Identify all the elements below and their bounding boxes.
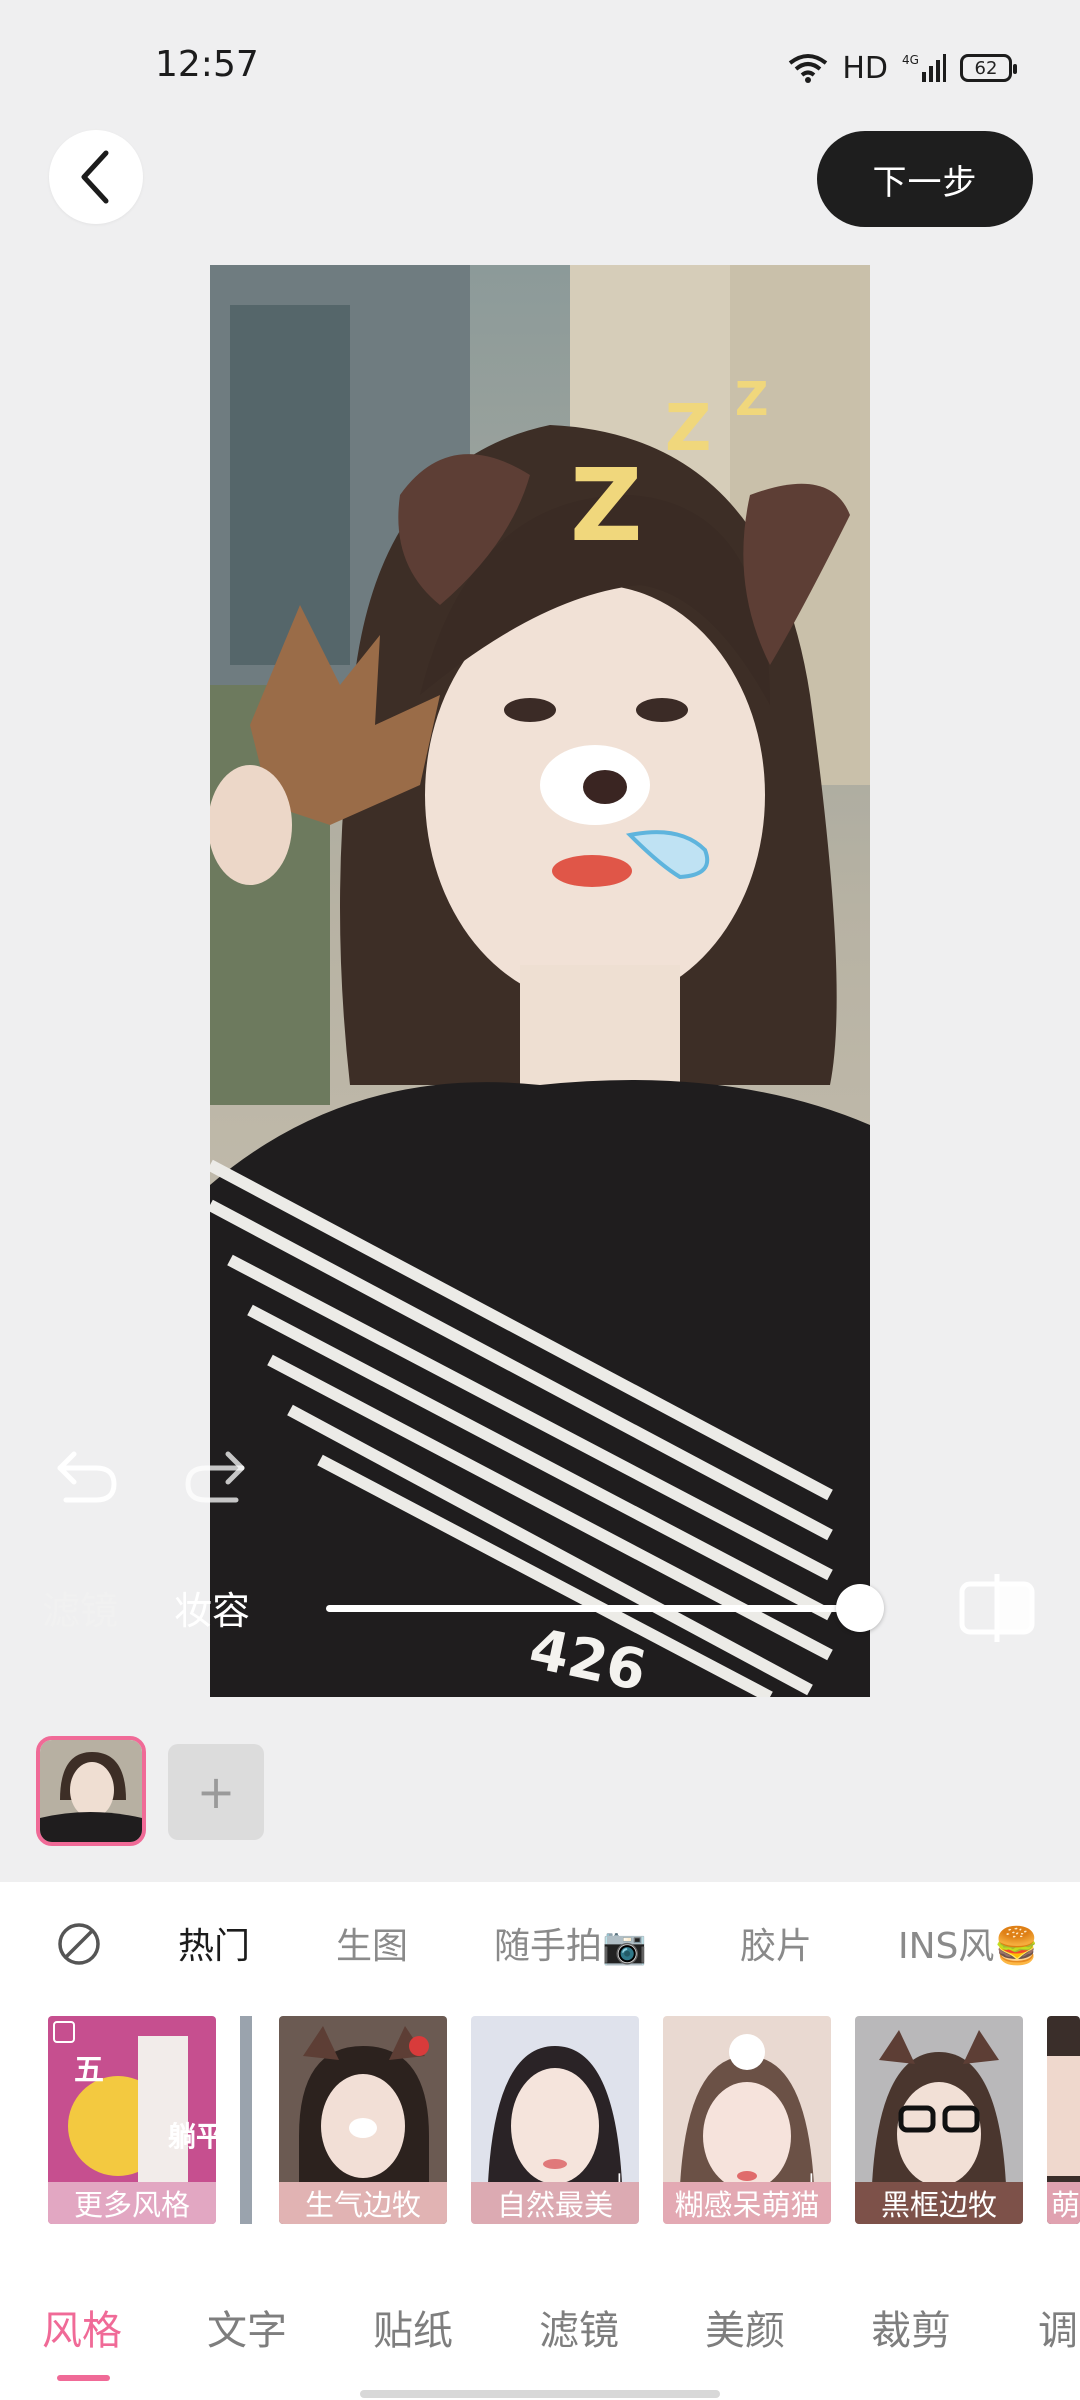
makeup-toggle[interactable]: 妆容 [174,1580,250,1635]
section-divider [240,2016,252,2224]
network-label: HD [842,50,888,86]
svg-text:Z: Z [570,447,643,564]
style-card-partial[interactable]: 萌 [1047,2016,1080,2224]
next-step-button[interactable]: 下一步 [817,131,1033,227]
style-card-label: 自然最美 [471,2182,639,2224]
tab-adjust[interactable]: 调 [1038,2298,1078,2356]
category-tab-raw[interactable]: 生图 [336,1917,408,1969]
tab-style[interactable]: 风格 [42,2298,122,2356]
style-card-label: 糊感呆萌猫 [663,2182,831,2224]
tab-sticker[interactable]: 贴纸 [373,2298,453,2356]
status-time: 12:57 [155,44,259,85]
active-tab-indicator [57,2375,110,2381]
tab-crop[interactable]: 裁剪 [871,2298,951,2356]
intensity-slider-track[interactable] [326,1605,864,1612]
status-icons: HD 4G 62 [788,44,1017,92]
back-button[interactable] [49,130,143,224]
category-tab-casual[interactable]: 随手拍📷 [494,1917,647,1969]
style-card-more[interactable]: 五 躺平 更多风格 [48,2016,216,2224]
chevron-left-icon [81,150,109,204]
tab-beauty[interactable]: 美颜 [705,2298,785,2356]
battery-level: 62 [974,57,998,79]
compare-button[interactable] [958,1572,1036,1644]
tab-text[interactable]: 文字 [207,2298,287,2356]
status-bar: 12:57 HD 4G 62 [0,0,1080,130]
style-card-glasses-collie[interactable]: 黑框边牧 [855,2016,1023,2224]
page-thumbnail-image [40,1740,142,1842]
category-tab-film[interactable]: 胶片 [740,1917,812,1969]
svg-text:4G: 4G [902,53,919,67]
page-thumbnail[interactable] [36,1736,146,1846]
category-tab-hot[interactable]: 热门 [178,1917,250,1969]
filter-toggle[interactable]: 滤镜 [42,1580,118,1635]
add-page-button[interactable]: + [168,1744,264,1840]
tab-filter[interactable]: 滤镜 [539,2298,619,2356]
style-card-natural[interactable]: ↓ 自然最美 [471,2016,639,2224]
promo-text-1: 五 [74,2053,104,2088]
promo-text-2: 躺平 [168,2120,216,2153]
no-style-icon[interactable] [56,1921,102,1967]
intensity-slider-thumb[interactable] [836,1584,884,1632]
home-indicator[interactable] [360,2390,720,2398]
style-card-label: 黑框边牧 [855,2182,1023,2224]
wifi-icon [789,54,828,83]
redo-icon [185,1451,245,1503]
redo-button[interactable] [182,1440,250,1508]
svg-text:Z: Z [735,372,768,426]
category-tab-ins[interactable]: INS风🍔 [898,1917,1039,1969]
style-card-label: 更多风格 [48,2182,216,2224]
style-card-label: 萌 [1047,2182,1080,2224]
undo-button[interactable] [52,1440,120,1508]
style-card-fuzzy-cat[interactable]: ↓ 糊感呆萌猫 [663,2016,831,2224]
undo-icon [57,1451,117,1503]
style-card-label: 生气边牧 [279,2182,447,2224]
compare-icon [959,1574,1035,1642]
signal-icon: 4G [902,53,946,82]
battery-icon: 62 [960,54,1017,82]
svg-text:Z: Z [665,392,711,466]
photo-canvas[interactable]: 426 Z Z Z [210,265,870,1697]
style-card-angry-collie[interactable]: 生气边牧 [279,2016,447,2224]
